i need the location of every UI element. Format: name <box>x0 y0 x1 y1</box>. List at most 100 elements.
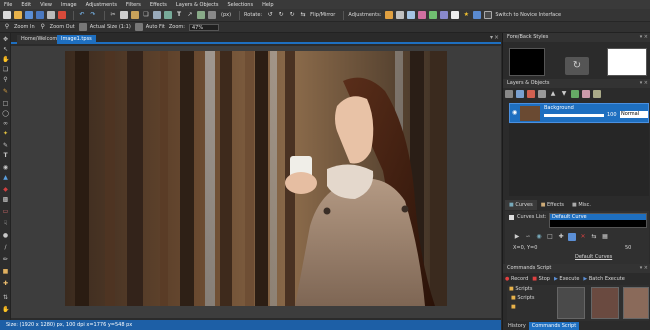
menu-filters[interactable]: Filters <box>126 2 141 8</box>
canvas-photo[interactable] <box>65 51 447 306</box>
rotate-right-icon[interactable]: ↻ <box>277 11 285 19</box>
zoom-out-button[interactable]: Zoom Out <box>50 24 75 30</box>
layer-up-icon[interactable]: ▲ <box>549 90 557 98</box>
delete-curve-icon[interactable]: ✕ <box>579 233 587 241</box>
layer-props-icon[interactable] <box>593 90 601 98</box>
curve-icon[interactable]: ∽ <box>524 233 532 241</box>
pin-icon[interactable]: ▾ × <box>640 33 648 42</box>
tab-commands-script[interactable]: Commands Script <box>528 322 580 330</box>
clone-tool-icon[interactable]: ◉ <box>2 165 9 171</box>
zoom-in-button[interactable]: Zoom In <box>14 24 35 30</box>
shape-tool-icon[interactable]: ◆ <box>2 187 9 193</box>
copy-icon[interactable] <box>120 11 128 19</box>
pin-icon[interactable]: ▾ × <box>640 264 648 273</box>
layer-visibility-icon[interactable]: ◉ <box>512 109 517 116</box>
resize-icon[interactable] <box>153 11 161 19</box>
novice-interface-button[interactable]: Switch to Novice Interface <box>495 12 561 18</box>
curves-number[interactable]: 50 <box>625 245 631 251</box>
menu-view[interactable]: View <box>40 2 52 8</box>
star-icon[interactable]: ★ <box>462 11 470 19</box>
auto-fit-icon[interactable] <box>134 23 143 31</box>
smudge-tool-icon[interactable]: ☟ <box>2 221 9 227</box>
units-select[interactable]: (px) <box>221 12 231 18</box>
crop-tool-icon[interactable]: ❏ <box>2 67 9 73</box>
undo-icon[interactable]: ↶ <box>78 11 86 19</box>
scripts-tab[interactable]: ■ Scripts <box>509 286 532 292</box>
menu-adjustments[interactable]: Adjustments <box>86 2 117 8</box>
blur-tool-icon[interactable]: ● <box>2 233 9 239</box>
layer-icon[interactable] <box>197 11 205 19</box>
ellipse-select-tool-icon[interactable]: ◯ <box>2 111 9 117</box>
levels-icon[interactable] <box>407 11 416 19</box>
flip-curve-icon[interactable]: ⇆ <box>590 233 598 241</box>
curves-list-checkbox[interactable] <box>509 215 514 220</box>
scripts-folder[interactable]: ■ Scripts <box>511 295 534 301</box>
menu-image[interactable]: Image <box>61 2 77 8</box>
execute-button[interactable]: ▶ Execute <box>554 275 579 284</box>
tabs-close-icon[interactable]: × <box>494 34 499 41</box>
text-icon[interactable]: T <box>175 11 183 19</box>
flip-mirror-label[interactable]: Flip/Mirror <box>310 12 335 18</box>
menu-help[interactable]: Help <box>262 2 273 8</box>
foreground-color-swatch[interactable] <box>509 48 545 76</box>
stop-button[interactable]: ■ Stop <box>532 275 550 284</box>
menu-layers-objects[interactable]: Layers & Objects <box>176 2 219 8</box>
tab-effects[interactable]: ■ Effects <box>537 200 568 210</box>
sharpen-icon[interactable] <box>440 11 449 19</box>
grid-icon[interactable] <box>208 11 216 19</box>
auto-fit-button[interactable]: Auto Fit <box>146 24 165 30</box>
menu-edit[interactable]: Edit <box>21 2 31 8</box>
layout-icon[interactable] <box>473 11 482 19</box>
layer-row-background[interactable]: ◉ Background 100 Normal <box>509 103 649 123</box>
cut-icon[interactable]: ✂ <box>109 11 117 19</box>
batch-execute-button[interactable]: ▶ Batch Execute <box>583 275 624 284</box>
rotate-left-icon[interactable]: ↺ <box>266 11 274 19</box>
stamp-tool-icon[interactable]: ■ <box>2 269 9 275</box>
eraser-tool-icon[interactable]: ▭ <box>2 209 9 215</box>
contrast-icon[interactable] <box>396 11 405 19</box>
open-folder-icon[interactable] <box>14 11 22 19</box>
rotate-180-icon[interactable]: ↻ <box>288 11 296 19</box>
tab-curves[interactable]: ■ Curves <box>505 200 537 210</box>
zoom-tool-icon[interactable]: ⚲ <box>2 77 9 83</box>
arrow-icon[interactable]: ↗ <box>186 11 194 19</box>
layer-down-icon[interactable]: ▼ <box>560 90 568 98</box>
menu-file[interactable]: File <box>4 2 12 8</box>
delete-layer-icon[interactable] <box>527 90 535 98</box>
pointer-tool-icon[interactable]: ↖ <box>2 47 9 53</box>
new-file-icon[interactable] <box>3 11 11 19</box>
tab-history[interactable]: History <box>505 322 529 330</box>
swap-colors-icon[interactable]: ↻ <box>565 57 589 75</box>
brush-tool-icon[interactable]: ✎ <box>2 143 9 149</box>
color-swap-icon[interactable]: ⇅ <box>2 295 9 301</box>
tab-misc[interactable]: ■ Misc. <box>568 200 595 210</box>
shape-icon[interactable]: □ <box>546 233 554 241</box>
save-curve-icon[interactable] <box>568 233 576 241</box>
layer-name[interactable]: Background <box>544 105 574 111</box>
close-icon[interactable] <box>58 11 66 19</box>
actual-size-button[interactable]: Actual Size (1:1) <box>90 24 131 30</box>
menu-selections[interactable]: Selections <box>227 2 253 8</box>
save-as-icon[interactable] <box>36 11 44 19</box>
brightness-icon[interactable] <box>385 11 394 19</box>
lasso-tool-icon[interactable]: ∞ <box>2 121 9 127</box>
curves-list-select[interactable]: Default Curve <box>549 213 647 228</box>
layer-style-icon[interactable] <box>582 90 590 98</box>
layer-blend-mode[interactable]: Normal <box>620 111 648 118</box>
duplicate-layer-icon[interactable] <box>516 90 524 98</box>
zoom-out-icon[interactable]: ⚲ <box>39 23 47 31</box>
tab-image1[interactable]: Image1.tpss <box>57 35 96 44</box>
line-tool-icon[interactable]: ∕ <box>2 245 9 251</box>
monitor-icon[interactable] <box>484 11 493 19</box>
default-curves-link[interactable]: Default Curves <box>575 254 612 260</box>
color-balance-icon[interactable] <box>429 11 438 19</box>
menu-effects[interactable]: Effects <box>150 2 167 8</box>
play-icon[interactable]: ▶ <box>513 233 521 241</box>
text-tool-icon[interactable]: T <box>2 153 9 159</box>
grid-curve-icon[interactable]: ▦ <box>601 233 609 241</box>
pin-icon[interactable]: ▾ × <box>640 79 648 88</box>
eyedropper-tool-icon[interactable]: ✎ <box>2 89 9 95</box>
layer-opacity-value[interactable]: 100 <box>607 112 617 118</box>
zoom-in-icon[interactable]: ⚲ <box>3 23 11 31</box>
hand-move-icon[interactable]: ✋ <box>2 307 9 313</box>
